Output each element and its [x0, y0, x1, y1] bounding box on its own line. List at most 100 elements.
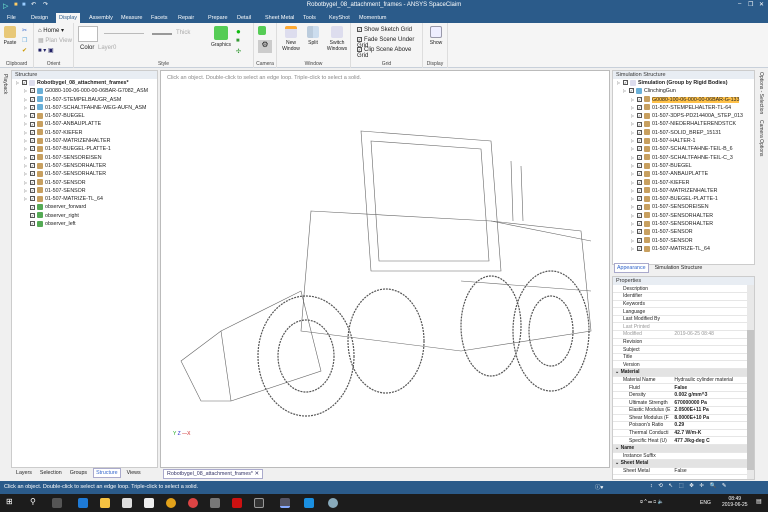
property-row[interactable]: Version: [613, 360, 754, 370]
store-icon[interactable]: [122, 498, 132, 508]
tab-sheet-metal[interactable]: Sheet Metal: [262, 13, 297, 23]
property-value[interactable]: [672, 307, 754, 316]
property-value[interactable]: 670000000 Pa: [672, 398, 754, 407]
property-row[interactable]: Density 0.002 g/mm^3: [613, 391, 754, 400]
tree-item[interactable]: ▷ ✓ 01-507-KIEFER: [617, 179, 754, 187]
vscode-icon[interactable]: [304, 498, 314, 508]
display-solid-icon[interactable]: ■: [236, 38, 240, 44]
selection-tools-icon[interactable]: ↕ ⟲ ↖ ⬚ ✥ ✛ 🔍 ✎: [650, 483, 729, 489]
property-row[interactable]: Modified 2019-06-25 08:48: [613, 330, 754, 339]
display-dot-icon[interactable]: ●: [236, 27, 241, 36]
tab-views[interactable]: Views: [125, 469, 143, 477]
tree-item[interactable]: ▷ ✓ 01-507-SENSOREISEN: [617, 203, 754, 211]
visibility-checkbox[interactable]: ✓: [637, 129, 642, 135]
graphics-button[interactable]: Graphics: [210, 26, 232, 48]
tree-item[interactable]: ▷ ✓ G0080-100-06-000-00-06BAR-G7082_ASM: [16, 87, 157, 95]
visibility-checkbox[interactable]: ✓: [30, 146, 35, 152]
spaceclaim-taskbar-icon[interactable]: [280, 498, 290, 508]
info-icon[interactable]: ⓘ▾: [595, 483, 603, 491]
line-weight-dropdown[interactable]: [152, 33, 172, 35]
copy-icon[interactable]: ❐: [22, 37, 27, 44]
visibility-checkbox[interactable]: ✓: [30, 221, 35, 227]
camera-cube-icon[interactable]: [258, 26, 266, 35]
property-row[interactable]: Last Printed: [613, 322, 754, 332]
tree-item[interactable]: ▷ ✓ 01-507-BUEGEL: [617, 162, 754, 170]
tree-item[interactable]: ▷ ✓ 01-507-STEMPELBAUGR_ASM: [16, 96, 157, 104]
visibility-checkbox[interactable]: ✓: [637, 237, 642, 243]
tab-momentum[interactable]: Momentum: [356, 13, 390, 23]
tree-item[interactable]: ▷ ✓ 01-507-BUEGEL: [16, 112, 157, 120]
visibility-checkbox[interactable]: ✓: [30, 96, 35, 102]
property-value[interactable]: [672, 300, 754, 309]
visibility-checkbox[interactable]: ✓: [623, 80, 628, 86]
tray-icons[interactable]: ⍝ ^ ▭ ◻ 🔈: [640, 499, 664, 505]
visibility-checkbox[interactable]: ✓: [30, 196, 35, 202]
tree-item[interactable]: ✓ observer_left: [16, 220, 157, 228]
visibility-checkbox[interactable]: ✓: [30, 204, 35, 210]
property-row[interactable]: Ultimate Strength 670000000 Pa: [613, 398, 754, 407]
property-row[interactable]: Title: [613, 353, 754, 362]
clock[interactable]: 08:49 2019-06-25: [722, 496, 748, 508]
visibility-checkbox[interactable]: ✓: [637, 138, 642, 144]
show-button[interactable]: Show: [428, 26, 444, 46]
property-value[interactable]: 0.002 g/mm^3: [672, 391, 754, 400]
tree-item[interactable]: ▷ ✓ 01-507-SENSOR: [16, 179, 157, 187]
tree-item[interactable]: ▷ ✓ 01-507-SENSORHALTER: [617, 212, 754, 220]
visibility-checkbox[interactable]: ✓: [637, 154, 642, 160]
tree-item[interactable]: ▷ ✓ 01-507-MATRIZE-TL_64: [617, 245, 754, 253]
tree-item[interactable]: ▷ ✓ 01-507-BUEGEL-PLATTE-1: [16, 145, 157, 153]
visibility-checkbox[interactable]: ✓: [637, 179, 642, 185]
restore-button[interactable]: ❐: [748, 1, 753, 8]
gear-icon[interactable]: ⚙: [258, 40, 272, 53]
options-selection-tab[interactable]: Options - Selection: [758, 72, 764, 114]
visibility-checkbox[interactable]: ✓: [637, 171, 642, 177]
property-category[interactable]: ⌄ Name: [613, 444, 754, 453]
tree-item[interactable]: ▷ ✓ 01-507-MATRIZENHALTER: [617, 187, 754, 195]
minimize-button[interactable]: –: [738, 1, 741, 7]
app3-icon[interactable]: [328, 498, 338, 508]
visibility-checkbox[interactable]: ✓: [30, 104, 35, 110]
property-row[interactable]: Elastic Modulus (E 2.0500E+11 Pa: [613, 406, 754, 415]
3d-viewport[interactable]: Click an object. Double-click to select …: [160, 70, 610, 468]
display-edges-icon[interactable]: ✣: [236, 48, 241, 55]
show-sketch-grid-checkbox[interactable]: ✓ Show Sketch Grid: [357, 27, 412, 33]
tab-groups[interactable]: Groups: [68, 469, 89, 477]
tree-item[interactable]: ▷ ✓ 01-507-SENSOR: [617, 228, 754, 236]
tree-item[interactable]: ▷ ✓ 01-507-SCHALTFAHNE-TEIL-C_3: [617, 154, 754, 162]
tree-item[interactable]: ▷ ✓ 01-507-SENSOR: [617, 237, 754, 245]
visibility-checkbox[interactable]: ✓: [30, 121, 35, 127]
property-value[interactable]: [672, 345, 754, 354]
tab-tools[interactable]: Tools: [300, 13, 319, 23]
split-button[interactable]: Split: [304, 26, 322, 46]
visibility-checkbox[interactable]: ✓: [637, 113, 642, 119]
visibility-checkbox[interactable]: ✓: [637, 221, 642, 227]
tree-item[interactable]: ▷ ✓ G0080-100-06-000-00-06BAR-G-133: [617, 96, 754, 104]
tree-item[interactable]: ▷ ✓ 01-507-SENSORHALTER: [617, 220, 754, 228]
search-icon[interactable]: ⚲: [30, 497, 36, 506]
color-swatch[interactable]: [78, 26, 98, 42]
tree-item[interactable]: ▷ ✓ Robotbygel_08_attachment_frames*: [16, 79, 157, 87]
property-row[interactable]: Language: [613, 307, 754, 316]
view-cube-button[interactable]: ■ ▾ ▣: [38, 47, 54, 54]
property-value[interactable]: [672, 452, 754, 461]
properties-scrollbar[interactable]: [747, 285, 754, 479]
property-value[interactable]: 2.0500E+11 Pa: [672, 406, 754, 415]
property-row[interactable]: Last Modified By: [613, 315, 754, 324]
visibility-checkbox[interactable]: ✓: [30, 138, 35, 144]
tree-item[interactable]: ▷ ✓ 01-507-BUEGEL-PLATTE-1: [617, 195, 754, 203]
tab-simulation-structure[interactable]: Simulation Structure: [653, 264, 705, 272]
property-value[interactable]: 42.7 W/m-K: [672, 429, 754, 438]
tree-item[interactable]: ▷ ✓ 01-507-NIEDERHALTERENDSTCK: [617, 120, 754, 128]
tree-item[interactable]: ▷ ✓ Simulation (Group by Rigid Bodies): [617, 79, 754, 87]
tree-item[interactable]: ▷ ✓ 01-507-SENSOR: [16, 187, 157, 195]
task-view-icon[interactable]: [52, 498, 62, 508]
visibility-checkbox[interactable]: ✓: [637, 96, 642, 102]
visibility-checkbox[interactable]: ✓: [22, 80, 27, 86]
file-explorer-icon[interactable]: [100, 498, 110, 508]
property-category[interactable]: ⌄ Material: [613, 368, 754, 377]
tab-prepare[interactable]: Prepare: [205, 13, 231, 23]
property-row[interactable]: Revision: [613, 338, 754, 347]
tree-item[interactable]: ▷ ✓ 01-507-ANBAUPLATTE: [16, 120, 157, 128]
app2-icon[interactable]: [210, 498, 220, 508]
tab-design[interactable]: Design: [28, 13, 51, 23]
